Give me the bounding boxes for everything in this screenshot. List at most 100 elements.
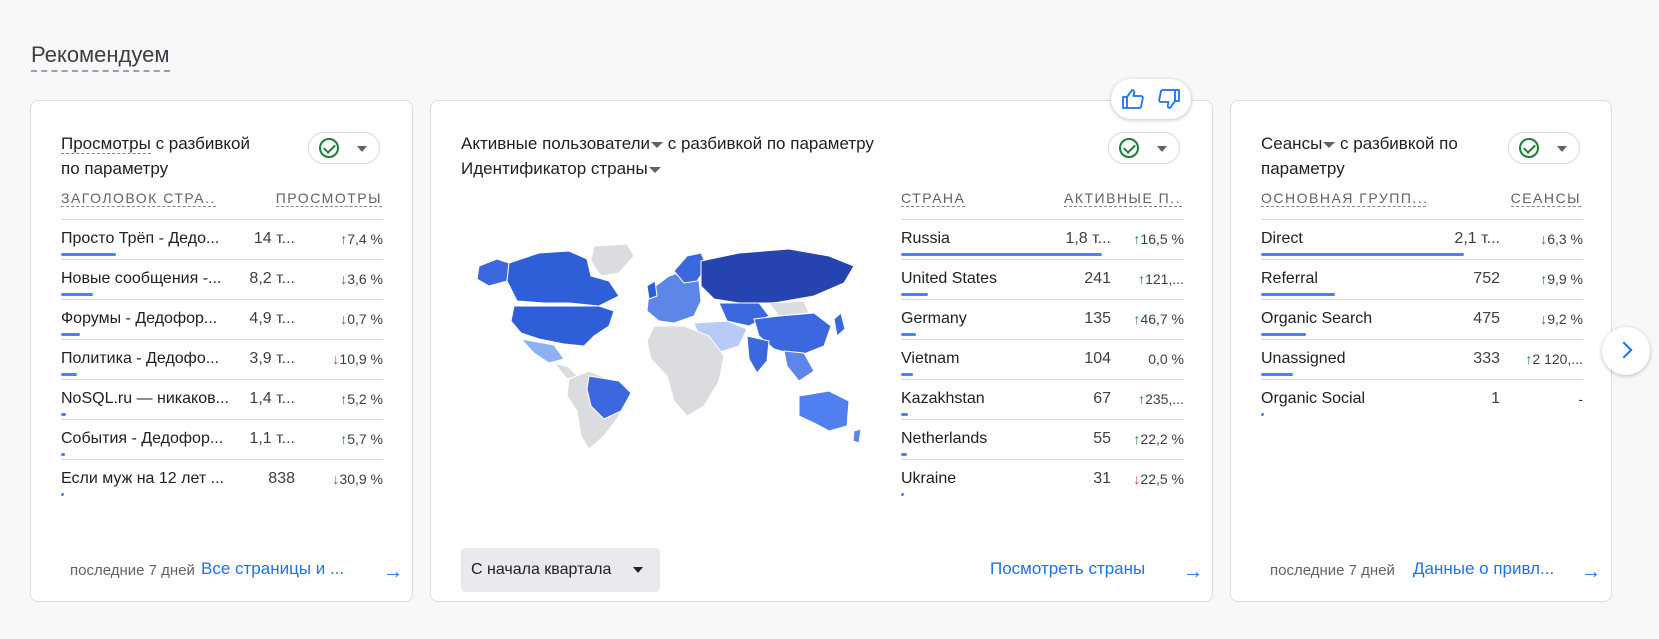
change-value: 0,7 %: [347, 311, 383, 327]
table-row[interactable]: Netherlands 55 ↑22,2 %: [901, 419, 1184, 459]
insight-status-button[interactable]: [308, 132, 380, 164]
table-row[interactable]: Ukraine 31 ↓22,5 %: [901, 459, 1184, 499]
row-value: 1,1 т...: [249, 430, 295, 447]
arrow-right-icon[interactable]: →: [1581, 561, 1601, 584]
thumbs-down-icon[interactable]: [1157, 87, 1181, 116]
map-india[interactable]: [746, 335, 770, 374]
row-name: Ukraine: [901, 470, 957, 487]
row-change: 0,0 %: [1148, 351, 1184, 367]
map-new-zealand[interactable]: [852, 428, 862, 444]
row-value: 475: [1473, 310, 1500, 327]
row-change: ↑235,...: [1138, 391, 1184, 407]
change-value: 3,6 %: [347, 271, 383, 287]
table-row[interactable]: Direct 2,1 т... ↓6,3 %: [1261, 219, 1583, 259]
row-name: Новые сообщения -...: [61, 270, 222, 287]
share-bar: [901, 253, 1102, 256]
table-row[interactable]: Политика - Дедофо... 3,9 т... ↓10,9 %: [61, 339, 383, 379]
card-title: Сеансы с разбивкой по параметру: [1261, 131, 1491, 181]
share-bar: [1261, 253, 1464, 256]
metric-selector[interactable]: Активные пользователи: [461, 134, 664, 153]
change-value: 46,7 %: [1140, 311, 1184, 327]
share-bar: [61, 413, 66, 416]
map-australia[interactable]: [798, 390, 850, 432]
title-text: с разбивкой по параметру: [663, 134, 874, 153]
row-name: Политика - Дедофо...: [61, 350, 220, 367]
share-bar: [61, 453, 65, 456]
metric-selector[interactable]: Сеансы: [1261, 134, 1336, 153]
period-label: последние 7 дней: [1270, 562, 1395, 579]
row-change: ↑7,4 %: [340, 231, 383, 247]
row-change: ↑9,9 %: [1540, 271, 1583, 287]
metric-selector[interactable]: Просмотры: [61, 134, 151, 154]
card-title: Просмотры с разбивкой по параметру: [61, 131, 291, 181]
change-value: 9,2 %: [1547, 311, 1583, 327]
dimension-selector[interactable]: Идентификатор страны: [461, 159, 661, 178]
map-japan[interactable]: [833, 312, 846, 337]
map-uk[interactable]: [646, 280, 658, 300]
next-card-button[interactable]: [1602, 327, 1650, 375]
map-central-america[interactable]: [552, 362, 578, 380]
arrow-right-icon[interactable]: →: [1183, 561, 1203, 584]
data-table: Direct 2,1 т... ↓6,3 % Referral 752 ↑9,9 % Org…: [1261, 219, 1583, 419]
change-value: 2 120,...: [1532, 351, 1583, 367]
table-row[interactable]: Новые сообщения -... 8,2 т... ↓3,6 %: [61, 259, 383, 299]
row-change: ↓6,3 %: [1540, 231, 1583, 247]
column-header-name[interactable]: ЗАГОЛОВОК СТРА...: [61, 190, 216, 207]
date-range-label: С начала квартала: [471, 561, 612, 578]
row-value: 1,4 т...: [249, 390, 295, 407]
change-value: 22,5 %: [1140, 471, 1184, 487]
row-value: 135: [1084, 310, 1111, 327]
table-row[interactable]: NoSQL.ru — никаков... 1,4 т... ↑5,2 %: [61, 379, 383, 419]
change-value: 0,0 %: [1148, 351, 1184, 367]
thumbs-up-icon[interactable]: [1121, 87, 1145, 116]
table-row[interactable]: Organic Social 1 -: [1261, 379, 1583, 419]
data-table: Russia 1,8 т... ↑16,5 % United States 241 ↑12…: [901, 219, 1184, 499]
table-row[interactable]: United States 241 ↑121,...: [901, 259, 1184, 299]
row-change: ↓9,2 %: [1540, 311, 1583, 327]
table-row[interactable]: Kazakhstan 67 ↑235,...: [901, 379, 1184, 419]
section-title[interactable]: Рекомендуем: [31, 42, 170, 72]
column-header-value[interactable]: ПРОСМОТРЫ: [275, 190, 382, 207]
column-header-value[interactable]: АКТИВНЫЕ П...: [1064, 190, 1182, 207]
map-greenland[interactable]: [590, 243, 635, 277]
map-russia[interactable]: [700, 248, 855, 304]
column-header-name[interactable]: ОСНОВНАЯ ГРУПП...: [1261, 190, 1426, 207]
table-row[interactable]: Форумы - Дедофор... 4,9 т... ↓0,7 %: [61, 299, 383, 339]
map-southeast-asia[interactable]: [783, 350, 815, 382]
check-circle-icon: [319, 138, 339, 158]
share-bar: [901, 333, 916, 336]
table-row[interactable]: События - Дедофор... 1,1 т... ↑5,7 %: [61, 419, 383, 459]
map-alaska[interactable]: [476, 258, 510, 287]
all-pages-link[interactable]: Все страницы и ...: [201, 559, 351, 579]
row-value: 838: [268, 470, 295, 487]
table-row[interactable]: Organic Search 475 ↓9,2 %: [1261, 299, 1583, 339]
column-header-name[interactable]: СТРАНА: [901, 190, 966, 207]
table-row[interactable]: Просто Трёп - Дедо... 14 т... ↑7,4 %: [61, 219, 383, 259]
insight-status-button[interactable]: [1508, 132, 1580, 164]
row-value: 104: [1084, 350, 1111, 367]
row-value: 241: [1084, 270, 1111, 287]
date-range-dropdown[interactable]: С начала квартала: [461, 548, 660, 592]
acquisition-data-link[interactable]: Данные о привл...: [1413, 559, 1563, 579]
table-row[interactable]: Если муж на 12 лет ... 838 ↓30,9 %: [61, 459, 383, 499]
table-row[interactable]: Germany 135 ↑46,7 %: [901, 299, 1184, 339]
table-row[interactable]: Russia 1,8 т... ↑16,5 %: [901, 219, 1184, 259]
table-row[interactable]: Unassigned 333 ↑2 120,...: [1261, 339, 1583, 379]
insight-status-button[interactable]: [1108, 132, 1180, 164]
share-bar: [901, 453, 907, 456]
row-name: Netherlands: [901, 430, 988, 447]
row-change: -: [1578, 391, 1583, 407]
table-row[interactable]: Vietnam 104 0,0 %: [901, 339, 1184, 379]
share-bar: [1261, 333, 1306, 336]
change-value: 10,9 %: [339, 351, 383, 367]
row-change: ↓30,9 %: [332, 471, 383, 487]
column-header-value[interactable]: СЕАНСЫ: [1510, 190, 1581, 207]
table-row[interactable]: Referral 752 ↑9,9 %: [1261, 259, 1583, 299]
arrow-right-icon[interactable]: →: [383, 561, 403, 584]
chevron-down-icon: [1557, 146, 1567, 152]
caret-down-icon: [633, 567, 643, 573]
view-countries-link[interactable]: Посмотреть страны: [990, 559, 1145, 579]
world-map[interactable]: [469, 241, 864, 456]
row-name: Organic Social: [1261, 390, 1366, 407]
row-name: Kazakhstan: [901, 390, 985, 407]
